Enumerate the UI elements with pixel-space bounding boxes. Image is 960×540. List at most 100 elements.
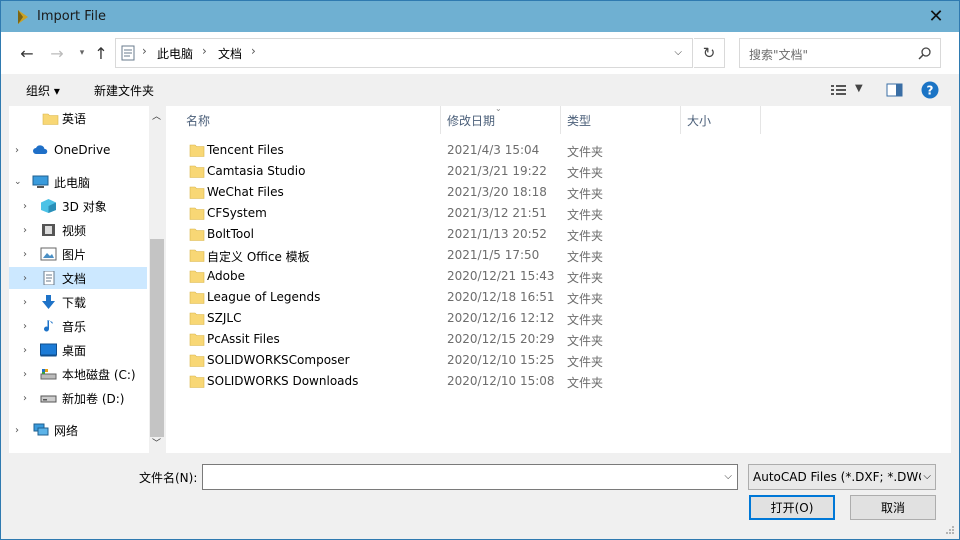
tree-item-pictures[interactable]: › 图片 — [9, 243, 149, 265]
column-header-type[interactable]: 类型 — [561, 106, 681, 134]
file-row[interactable]: 自定义 Office 模板 2021/1/5 17:50 文件夹 — [184, 245, 784, 266]
file-row[interactable]: Tencent Files 2021/4/3 15:04 文件夹 — [184, 140, 784, 161]
file-row[interactable]: Camtasia Studio 2021/3/21 19:22 文件夹 — [184, 161, 784, 182]
breadcrumb-separator[interactable]: › — [202, 44, 207, 58]
file-row[interactable]: SZJLC 2020/12/16 12:12 文件夹 — [184, 308, 784, 329]
expand-chevron-icon[interactable]: › — [23, 297, 27, 308]
expand-chevron-icon[interactable]: › — [15, 425, 19, 436]
file-row[interactable]: BoltTool 2021/1/13 20:52 文件夹 — [184, 224, 784, 245]
tree-item-downloads[interactable]: › 下载 — [9, 291, 149, 313]
scrollbar-thumb[interactable] — [150, 239, 164, 437]
expand-chevron-icon[interactable]: › — [23, 393, 27, 404]
folder-icon — [189, 354, 205, 367]
folder-icon — [189, 270, 205, 283]
file-row[interactable]: PcAssit Files 2020/12/15 20:29 文件夹 — [184, 329, 784, 350]
open-button[interactable]: 打开(O) — [749, 495, 835, 520]
filename-dropdown-icon[interactable]: ⌵ — [724, 471, 732, 482]
window-title: Import File — [37, 9, 107, 24]
expand-chevron-icon[interactable]: › — [23, 225, 27, 236]
tree-item-documents[interactable]: › 文档 — [9, 267, 147, 289]
address-dropdown-icon[interactable]: ⌵ — [674, 47, 682, 58]
file-name: WeChat Files — [207, 185, 284, 199]
breadcrumb-documents[interactable]: 文档 — [218, 45, 242, 62]
new-folder-button[interactable]: 新建文件夹 — [94, 82, 154, 99]
search-icon[interactable] — [918, 46, 932, 60]
file-row[interactable]: Adobe 2020/12/21 15:43 文件夹 — [184, 266, 784, 287]
folder-icon — [189, 228, 205, 241]
file-date: 2021/1/5 17:50 — [447, 248, 540, 262]
drive-icon — [40, 395, 57, 403]
tree-label: 本地磁盘 (C:) — [62, 367, 136, 382]
column-header-name[interactable]: 名称 — [166, 106, 441, 134]
tree-item-english[interactable]: 英语 — [9, 107, 149, 129]
forward-button[interactable]: → — [45, 41, 69, 65]
tree-item-new-volume-d[interactable]: › 新加卷 (D:) — [9, 387, 149, 409]
column-header-date[interactable]: 修改日期 ⌄ — [441, 104, 561, 134]
tree-item-local-disk-c[interactable]: › 本地磁盘 (C:) — [9, 363, 149, 385]
expand-chevron-icon[interactable]: › — [23, 369, 27, 380]
folder-icon — [189, 333, 205, 346]
file-date: 2020/12/16 12:12 — [447, 311, 555, 325]
file-date: 2021/4/3 15:04 — [447, 143, 540, 157]
disk-icon — [40, 369, 57, 380]
tree-item-this-pc[interactable]: ⌄ 此电脑 — [9, 171, 149, 193]
preview-pane-icon[interactable] — [886, 83, 903, 97]
sort-indicator-icon: ⌄ — [495, 104, 502, 113]
tree-label: 音乐 — [62, 319, 87, 334]
close-button[interactable]: ✕ — [913, 1, 959, 32]
view-options-chevron-icon[interactable]: ▼ — [855, 83, 863, 94]
file-row[interactable]: SOLIDWORKSComposer 2020/12/10 15:25 文件夹 — [184, 350, 784, 371]
filename-input[interactable]: ⌵ — [202, 464, 738, 490]
tree-item-videos[interactable]: › 视频 — [9, 219, 149, 241]
picture-icon — [40, 247, 57, 261]
music-icon — [44, 320, 53, 332]
expand-chevron-icon[interactable]: › — [23, 345, 27, 356]
file-row[interactable]: CFSystem 2021/3/12 21:51 文件夹 — [184, 203, 784, 224]
folder-icon — [189, 375, 205, 388]
file-row[interactable]: League of Legends 2020/12/18 16:51 文件夹 — [184, 287, 784, 308]
file-name: SZJLC — [207, 311, 242, 325]
cancel-button[interactable]: 取消 — [850, 495, 936, 520]
resize-grip-icon[interactable] — [945, 525, 955, 535]
help-icon[interactable]: ? — [921, 81, 939, 99]
expand-chevron-icon[interactable]: › — [15, 145, 19, 156]
breadcrumb-separator[interactable]: › — [142, 44, 147, 58]
navigation-scrollbar[interactable]: ︿ ﹀ — [149, 106, 165, 453]
file-row[interactable]: SOLIDWORKS Downloads 2020/12/10 15:08 文件夹 — [184, 371, 784, 392]
address-bar[interactable]: › 此电脑 › 文档 › ⌵ — [115, 38, 693, 68]
refresh-button[interactable]: ↻ — [694, 38, 725, 68]
breadcrumb-separator[interactable]: › — [251, 44, 256, 58]
tree-label: 网络 — [54, 423, 79, 438]
back-button[interactable]: ← — [15, 41, 39, 65]
tree-item-3d-objects[interactable]: › 3D 对象 — [9, 195, 149, 217]
view-list-icon[interactable] — [830, 83, 848, 97]
up-button[interactable]: ↑ — [89, 41, 113, 65]
tree-item-network[interactable]: › 网络 — [9, 419, 149, 441]
filetype-dropdown-icon[interactable]: ⌵ — [921, 471, 931, 482]
expand-chevron-icon[interactable]: › — [23, 321, 27, 332]
tree-item-music[interactable]: › 音乐 — [9, 315, 149, 337]
search-box[interactable]: 搜索"文档" — [739, 38, 941, 68]
column-header-size[interactable]: 大小 — [681, 106, 761, 134]
cloud-icon — [33, 145, 48, 154]
organize-button[interactable]: 组织 ▾ — [26, 82, 60, 99]
expand-chevron-icon[interactable]: › — [23, 201, 27, 212]
recent-locations-chevron-icon[interactable]: ▾ — [75, 41, 89, 65]
breadcrumb-this-pc[interactable]: 此电脑 — [157, 45, 193, 62]
tree-item-desktop[interactable]: › 桌面 — [9, 339, 149, 361]
expand-chevron-icon[interactable]: › — [23, 273, 27, 284]
filetype-select[interactable]: AutoCAD Files (*.DXF; *.DWG ⌵ — [748, 464, 936, 490]
expand-chevron-icon[interactable]: › — [23, 249, 27, 260]
collapse-chevron-icon[interactable]: ⌄ — [14, 177, 22, 187]
tree-label: 下载 — [62, 295, 87, 310]
scroll-down-icon[interactable]: ﹀ — [152, 436, 161, 449]
folder-icon — [189, 186, 205, 199]
tree-item-onedrive[interactable]: › OneDrive — [9, 139, 149, 161]
scroll-up-icon[interactable]: ︿ — [152, 109, 161, 122]
folder-icon — [189, 165, 205, 178]
navigation-pane: 英语 › OneDrive ⌄ 此电脑 › 3D 对象 › 视频 › 图片 › — [9, 106, 165, 453]
file-row[interactable]: WeChat Files 2021/3/20 18:18 文件夹 — [184, 182, 784, 203]
file-date: 2020/12/15 20:29 — [447, 332, 555, 346]
column-label: 类型 — [567, 113, 592, 128]
file-type: 文件夹 — [567, 145, 604, 159]
